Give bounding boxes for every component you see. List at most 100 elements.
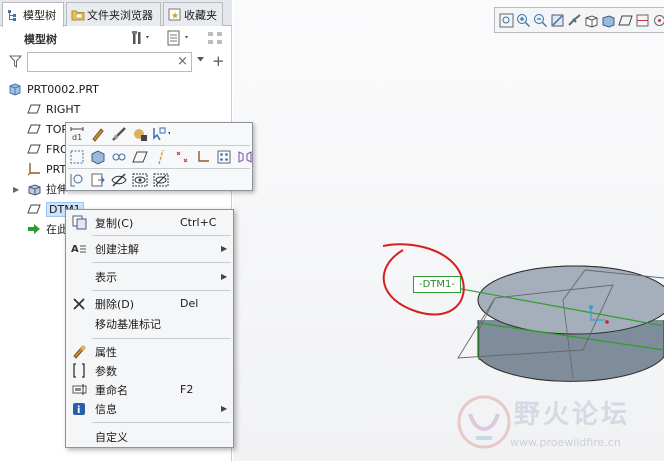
mirror-icon[interactable] bbox=[236, 148, 254, 166]
menu-item-shortcut: Ctrl+C bbox=[180, 216, 217, 229]
watermark: 野火论坛 www.proewildfire.cn bbox=[454, 392, 659, 458]
menu-item-parameters[interactable]: 参数 bbox=[66, 361, 233, 380]
hide-icon[interactable] bbox=[110, 171, 128, 189]
linked-icon[interactable] bbox=[110, 148, 128, 166]
coordinate-system-icon bbox=[27, 162, 41, 176]
menu-item-label: 信息 bbox=[95, 402, 117, 416]
tree-item-label: RIGHT bbox=[46, 102, 81, 116]
pattern-icon[interactable] bbox=[215, 148, 233, 166]
resume-icon[interactable] bbox=[89, 171, 107, 189]
menu-item-label: 属性 bbox=[95, 345, 117, 359]
menu-item-info[interactable]: i 信息 ▶ bbox=[66, 399, 233, 418]
menu-item-shortcut: F2 bbox=[180, 383, 194, 396]
watermark-text: 野火论坛 bbox=[514, 400, 631, 430]
model-tree-icon bbox=[7, 9, 20, 22]
menu-separator bbox=[92, 422, 231, 423]
tab-label: 收藏夹 bbox=[184, 8, 217, 22]
csys-icon[interactable] bbox=[194, 148, 212, 166]
tree-search-input[interactable] bbox=[27, 52, 192, 72]
mini-toolbar: d1 bbox=[65, 122, 253, 191]
tree-header: 模型树 bbox=[0, 27, 231, 49]
tree-item-part[interactable]: PRT0002.PRT bbox=[0, 79, 231, 99]
favorites-icon: ★ bbox=[168, 8, 181, 21]
mini-toolbar-separator bbox=[68, 168, 250, 169]
plus-icon[interactable]: + bbox=[212, 52, 225, 70]
annotation-icon: A bbox=[71, 241, 87, 256]
submenu-arrow-icon: ▶ bbox=[221, 244, 228, 253]
selection-filter-icon[interactable] bbox=[152, 125, 170, 143]
svg-text:d1: d1 bbox=[72, 133, 82, 142]
mini-toolbar-separator bbox=[68, 145, 250, 146]
part-icon bbox=[8, 82, 22, 96]
menu-item-represent[interactable]: 表示 ▶ bbox=[66, 267, 233, 286]
info-icon: i bbox=[71, 401, 87, 416]
menu-separator bbox=[92, 235, 231, 236]
close-icon[interactable]: × bbox=[177, 54, 188, 69]
triad-point bbox=[605, 320, 609, 324]
insert-here-icon bbox=[27, 222, 41, 236]
menu-separator bbox=[92, 262, 231, 263]
navigator-tab-strip: 模型树 文件夹浏览器 ★ 收藏夹 bbox=[0, 0, 232, 27]
menu-separator bbox=[92, 338, 231, 339]
tab-folder-browser[interactable]: 文件夹浏览器 bbox=[66, 2, 161, 26]
filter-icon[interactable] bbox=[9, 55, 22, 68]
tree-item-right[interactable]: RIGHT bbox=[0, 99, 231, 119]
menu-item-label: 重命名 bbox=[95, 383, 128, 397]
menu-item-move-datum-tag[interactable]: 移动基准标记 bbox=[66, 314, 233, 333]
solid-icon[interactable] bbox=[89, 148, 107, 166]
axis-icon[interactable] bbox=[152, 148, 170, 166]
menu-item-customize[interactable]: 自定义 bbox=[66, 427, 233, 446]
context-menu: 复制(C) Ctrl+C A 创建注解 ▶ 表示 ▶ 删除(D) Del 移动基… bbox=[65, 209, 234, 448]
tab-label: 文件夹浏览器 bbox=[87, 8, 153, 22]
menu-item-create-annotation[interactable]: A 创建注解 ▶ bbox=[66, 239, 233, 258]
tree-filter-row: × + bbox=[0, 50, 231, 74]
list-icon bbox=[167, 30, 193, 46]
datum-plane-icon bbox=[27, 142, 41, 156]
menu-item-delete[interactable]: 删除(D) Del bbox=[66, 294, 233, 313]
show-icon[interactable] bbox=[131, 171, 149, 189]
watermark-url: www.proewildfire.cn bbox=[510, 436, 621, 449]
plane-icon[interactable] bbox=[131, 148, 149, 166]
menu-item-copy[interactable]: 复制(C) Ctrl+C bbox=[66, 213, 233, 232]
tree-title: 模型树 bbox=[24, 33, 57, 46]
hide-others-icon[interactable] bbox=[152, 171, 170, 189]
menu-item-rename[interactable]: 重命名 F2 bbox=[66, 380, 233, 399]
mini-toolbar-row: d1 bbox=[68, 124, 173, 144]
select-box-icon[interactable] bbox=[68, 148, 86, 166]
edit-references-icon[interactable] bbox=[110, 125, 128, 143]
menu-item-label: 删除(D) bbox=[95, 297, 135, 311]
menu-item-label: 复制(C) bbox=[95, 216, 134, 230]
rename-icon bbox=[71, 382, 87, 397]
svg-text:i: i bbox=[77, 405, 80, 416]
submenu-arrow-icon: ▶ bbox=[221, 272, 228, 281]
tab-label: 模型树 bbox=[23, 9, 56, 22]
menu-item-properties[interactable]: 属性 bbox=[66, 342, 233, 361]
tree-layout-button[interactable] bbox=[206, 29, 226, 47]
svg-text:★: ★ bbox=[171, 12, 179, 22]
copy-icon bbox=[71, 215, 87, 230]
tree-layout-icon bbox=[206, 30, 226, 46]
datum-plane-icon bbox=[27, 202, 41, 216]
datum-plane-icon bbox=[27, 122, 41, 136]
edit-definition-icon[interactable] bbox=[89, 125, 107, 143]
tab-favorites[interactable]: ★ 收藏夹 bbox=[163, 2, 223, 26]
properties-icon bbox=[71, 344, 87, 359]
points-icon[interactable] bbox=[173, 148, 191, 166]
appearance-icon[interactable] bbox=[131, 125, 149, 143]
find-icon[interactable] bbox=[68, 171, 86, 189]
parameters-icon bbox=[71, 363, 87, 378]
tree-settings-button[interactable] bbox=[131, 29, 153, 47]
mini-toolbar-row bbox=[68, 147, 257, 167]
expand-arrow-icon[interactable]: ▶ bbox=[13, 185, 19, 194]
menu-item-label: 参数 bbox=[95, 364, 117, 378]
tab-model-tree[interactable]: 模型树 bbox=[2, 2, 64, 27]
delete-icon bbox=[71, 296, 87, 311]
svg-text:A: A bbox=[71, 244, 79, 255]
datum-tag[interactable]: -DTM1- bbox=[413, 276, 461, 293]
extrude-icon bbox=[27, 182, 41, 196]
folder-icon bbox=[71, 8, 85, 21]
mini-toolbar-row bbox=[68, 170, 173, 190]
chevron-down-icon[interactable] bbox=[197, 57, 205, 63]
tree-show-button[interactable] bbox=[167, 29, 193, 47]
edit-dimensions-icon[interactable]: d1 bbox=[68, 125, 86, 143]
